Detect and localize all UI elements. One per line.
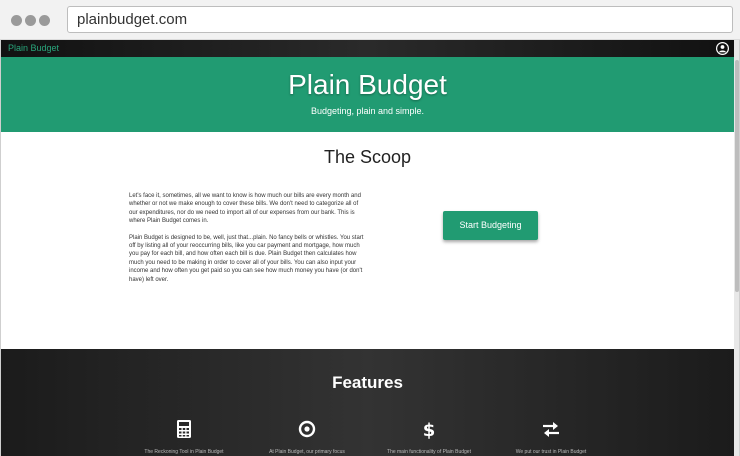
start-budgeting-button[interactable]: Start Budgeting [443, 211, 538, 240]
target-icon [298, 420, 316, 438]
dollar-icon: $ [423, 420, 436, 439]
features-heading: Features [332, 373, 403, 392]
feature-caption: We put our trust in Plain Budget [515, 449, 587, 455]
scoop-description: Let's face it, sometimes, all we want to… [129, 192, 364, 292]
svg-text:$: $ [423, 420, 436, 439]
window-control-dot[interactable] [25, 15, 36, 26]
scrollbar-thumb[interactable] [735, 60, 739, 292]
feature-caption: At Plain Budget, our primary focus [269, 449, 345, 455]
feature-caption: The main functionality of Plain Budget [387, 449, 471, 455]
scoop-heading: The Scoop [323, 147, 412, 167]
hero-title: Plain Budget [288, 69, 447, 100]
features-section: Features $ The Reckoning Tool in Plain B… [1, 349, 734, 456]
hero-subtitle: Budgeting, plain and simple. [310, 106, 425, 116]
navbar-brand-link[interactable]: Plain Budget [8, 43, 59, 53]
feature-caption: The Reckoning Tool in Plain Budget [144, 449, 224, 455]
calculator-icon [177, 420, 191, 438]
user-circle-icon[interactable] [716, 42, 729, 55]
window-control-dot[interactable] [11, 15, 22, 26]
browser-toolbar: plainbudget.com [0, 0, 740, 40]
swap-arrows-icon [543, 422, 559, 437]
scoop-paragraph: Plain Budget is designed to be, well, ju… [129, 234, 364, 283]
top-navbar: Plain Budget [1, 40, 734, 57]
hero-banner: Plain Budget Budgeting, plain and simple… [1, 57, 734, 132]
scoop-paragraph: Let's face it, sometimes, all we want to… [129, 193, 361, 225]
window-control-dot[interactable] [39, 15, 50, 26]
page-viewport: Plain Budget Plain Budget Budgeting, pla… [0, 40, 740, 456]
address-bar[interactable]: plainbudget.com [67, 6, 733, 33]
vertical-scrollbar[interactable] [734, 40, 739, 456]
address-bar-url: plainbudget.com [77, 11, 188, 28]
